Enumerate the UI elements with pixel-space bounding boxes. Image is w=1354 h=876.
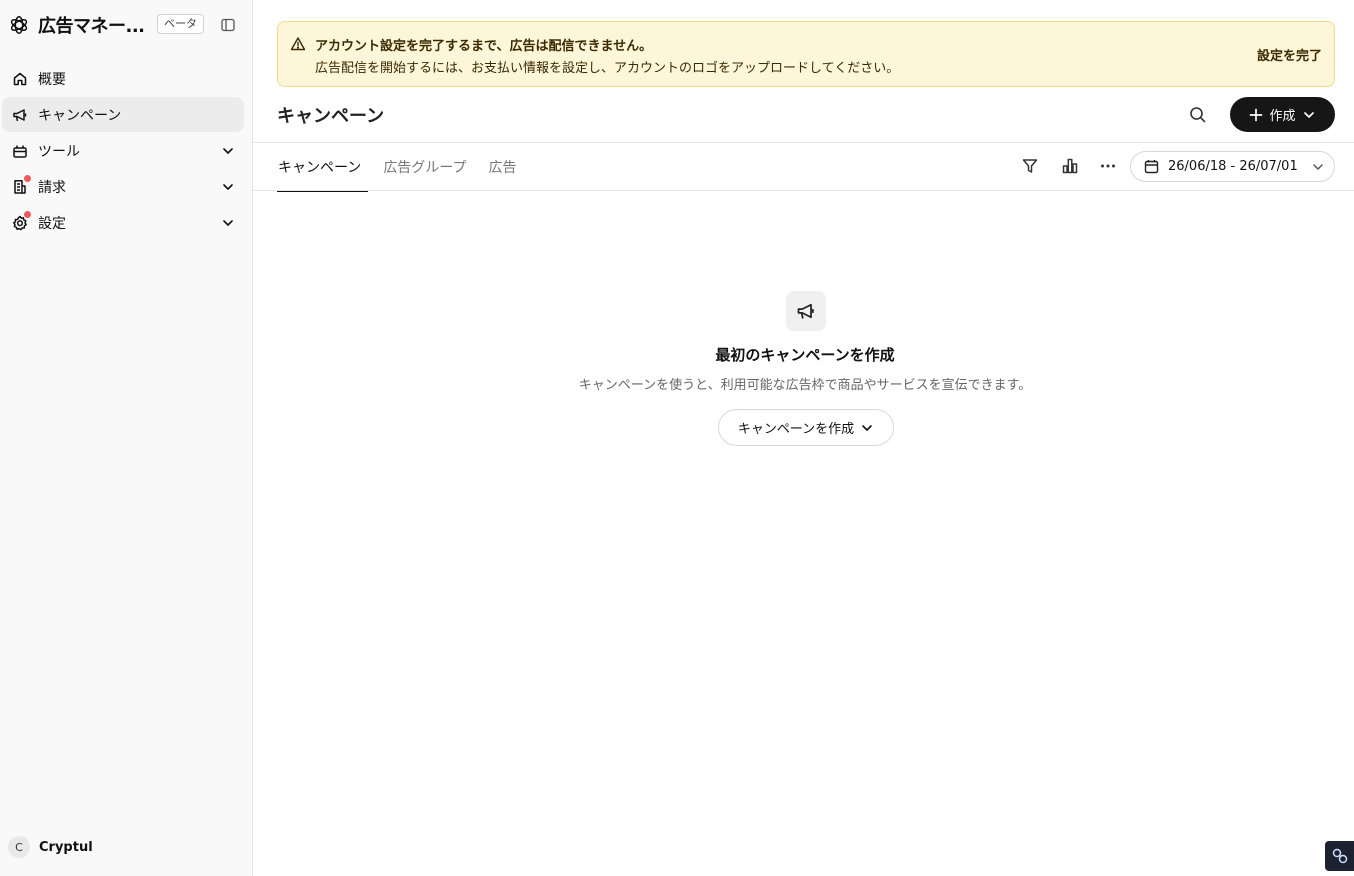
chevron-down-icon <box>221 180 235 194</box>
megaphone-icon <box>12 107 28 123</box>
plus-icon <box>1249 108 1263 122</box>
chevron-down-icon <box>860 421 874 435</box>
sidebar-item-label: 概要 <box>38 71 66 88</box>
search-icon[interactable] <box>1188 105 1208 125</box>
sidebar-item-settings[interactable]: 設定 <box>2 205 244 240</box>
user-name: Cryptul <box>39 839 93 855</box>
sidebar-item-label: 設定 <box>38 215 66 232</box>
create-button[interactable]: 作成 <box>1230 97 1335 132</box>
tab-bar: キャンペーン 広告グループ 広告 <box>277 143 537 192</box>
sidebar: 広告マネー... ベータ 概要 キャンペーン ツール 請求 設定 C Crypt… <box>0 0 253 876</box>
alert-text: 広告配信を開始するには、お支払い情報を設定し、アカウントのロゴをアップロードして… <box>315 61 900 76</box>
avatar: C <box>8 836 30 858</box>
tab-campaigns[interactable]: キャンペーン <box>277 143 369 192</box>
sidebar-item-overview[interactable]: 概要 <box>2 61 244 96</box>
brand[interactable]: 広告マネー... <box>8 12 146 38</box>
sidebar-item-campaigns[interactable]: キャンペーン <box>2 97 244 132</box>
date-range-value: 26/06/18 - 26/07/01 <box>1168 159 1298 174</box>
bar-chart-icon[interactable] <box>1061 157 1079 175</box>
warning-triangle-icon <box>290 36 306 52</box>
sidebar-nav: 概要 キャンペーン ツール 請求 設定 <box>2 61 244 241</box>
main-content: アカウント設定を完了するまで、広告は配信できません。 広告配信を開始するには、お… <box>253 0 1354 876</box>
alert-title: アカウント設定を完了するまで、広告は配信できません。 <box>315 39 653 54</box>
sidebar-toggle-icon[interactable] <box>219 16 237 34</box>
home-icon <box>12 71 28 87</box>
create-campaign-button[interactable]: キャンペーンを作成 <box>718 409 894 446</box>
user-account[interactable]: C Cryptul <box>8 836 93 858</box>
chevron-down-icon <box>1311 160 1325 174</box>
create-button-label: 作成 <box>1269 109 1296 124</box>
more-options-icon[interactable] <box>1099 157 1117 175</box>
sidebar-item-label: キャンペーン <box>38 107 122 124</box>
empty-state-megaphone-icon <box>786 291 826 331</box>
chevron-down-icon <box>1302 108 1316 122</box>
tab-ads[interactable]: 広告 <box>487 143 517 191</box>
tabs-divider <box>253 190 1354 191</box>
sidebar-item-label: ツール <box>38 143 80 160</box>
settings-gear-icon <box>12 210 31 231</box>
beta-badge: ベータ <box>157 14 204 34</box>
tab-ad-groups[interactable]: 広告グループ <box>382 143 467 191</box>
page-title: キャンペーン <box>277 106 385 127</box>
chevron-down-icon <box>221 216 235 230</box>
sidebar-item-tools[interactable]: ツール <box>2 133 244 168</box>
complete-setup-link[interactable]: 設定を完了 <box>1257 45 1322 64</box>
openai-logo-icon <box>8 14 30 36</box>
account-setup-alert: アカウント設定を完了するまで、広告は配信できません。 広告配信を開始するには、お… <box>277 21 1335 87</box>
filter-icon[interactable] <box>1021 157 1039 175</box>
empty-state-title: 最初のキャンペーンを作成 <box>715 346 895 364</box>
notification-dot <box>24 174 31 182</box>
calendar-icon <box>1144 159 1159 174</box>
chevron-down-icon <box>221 144 235 158</box>
date-range-picker[interactable]: 26/06/18 - 26/07/01 <box>1130 151 1335 182</box>
empty-state-description: キャンペーンを使うと、利用可能な広告枠で商品やサービスを宣伝できます。 <box>578 378 1032 393</box>
sidebar-item-label: 請求 <box>38 179 66 196</box>
billing-icon <box>12 174 31 195</box>
tools-icon <box>12 143 28 159</box>
corner-widget-icon[interactable] <box>1325 841 1354 871</box>
sidebar-item-billing[interactable]: 請求 <box>2 169 244 204</box>
brand-title: 広告マネー... <box>38 16 145 37</box>
notification-dot <box>24 210 31 218</box>
create-campaign-button-label: キャンペーンを作成 <box>737 422 855 437</box>
